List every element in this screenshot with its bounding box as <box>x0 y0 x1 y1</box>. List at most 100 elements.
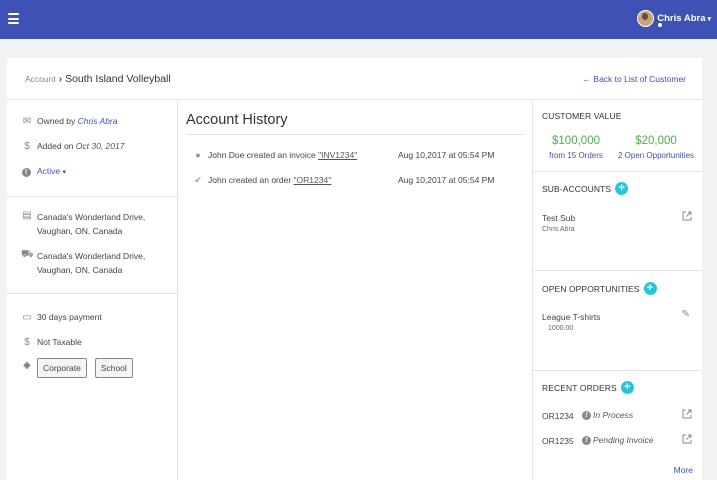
envelope-icon: ✉ <box>22 116 32 127</box>
added-text: Added on Oct 30, 2017 <box>37 141 124 151</box>
user-icon: ● <box>195 150 201 160</box>
sub-account-name[interactable]: Test Sub <box>542 213 575 223</box>
sub-accounts-title: SUB-ACCOUNTS <box>542 183 612 194</box>
info-icon: ! <box>21 166 33 177</box>
tags-row: ◆ Corporate School <box>21 358 141 378</box>
external-link-icon[interactable] <box>682 434 692 444</box>
order-id[interactable]: OR1235 <box>542 436 574 446</box>
tax-row: $ Not Taxable <box>21 337 82 348</box>
dollar-icon: $ <box>24 141 30 152</box>
shipping-address-line1: Canada's Wonderland Drive, <box>37 251 146 261</box>
status-label: Active <box>37 166 61 176</box>
hamburger-menu-icon[interactable] <box>8 13 19 24</box>
external-link-icon[interactable] <box>682 409 692 419</box>
owner-name-link[interactable]: Chris Abra <box>78 116 118 126</box>
history-item: ● John Doe created an invoice "INV1234" … <box>192 150 522 161</box>
user-menu[interactable]: Chris Abra ▾ <box>637 10 711 27</box>
top-app-bar: Chris Abra ▾ <box>0 0 717 39</box>
opportunity-amount: 1000.00 <box>548 325 574 332</box>
add-order-button[interactable]: + <box>620 381 634 394</box>
credit-card-icon: ▭ <box>22 312 32 323</box>
account-card: Account › South Island Volleyball ← Back t… <box>7 58 702 480</box>
address-section: ▤ Canada's Wonderland Drive, Vaughan, ON… <box>7 197 178 294</box>
add-opportunity-button[interactable]: + <box>643 282 657 295</box>
billing-address-lines: Canada's Wonderland Drive, Vaughan, ON, … <box>37 210 145 238</box>
opportunities-value: $20,000 <box>635 135 677 147</box>
dollar-icon: $ <box>24 337 30 348</box>
edit-pencil-icon[interactable]: ✎ <box>682 309 690 320</box>
tax-status: Not Taxable <box>37 337 82 347</box>
terms-section: ▭ 30 days payment $ Not Taxable ◆ Corpor… <box>7 294 178 480</box>
owner-row: ✉ Owned by Chris Abra <box>21 116 118 127</box>
order-status: ! Pending Invoice <box>582 435 654 445</box>
info-icon: ! <box>582 410 591 420</box>
added-prefix: Added on <box>37 141 76 151</box>
shipping-address-line2: Vaughan, ON, Canada <box>37 265 123 275</box>
shipping-address-lines: Canada's Wonderland Drive, Vaughan, ON, … <box>37 249 145 277</box>
owner-text: Owned by Chris Abra <box>37 116 117 126</box>
history-item-text: John created an order "OR1234" <box>208 175 331 186</box>
account-history-column: Account History ● John Doe created an in… <box>178 101 533 480</box>
external-link-icon[interactable] <box>682 211 692 221</box>
history-item-actor: John Doe created an invoice <box>208 150 319 160</box>
info-icon: ! <box>582 435 591 445</box>
add-sub-account-button[interactable]: + <box>615 182 629 195</box>
history-item-text: John Doe created an invoice "INV1234" <box>208 150 357 161</box>
chevron-down-icon: ▾ <box>62 169 67 176</box>
tag-school[interactable]: School <box>94 358 133 378</box>
orders-value: $100,000 <box>552 135 600 147</box>
chevron-down-icon: ▾ <box>707 15 711 23</box>
sub-accounts-section: SUB-ACCOUNTS + Test Sub Chris Abra <box>533 172 702 271</box>
owner-prefix: Owned by <box>37 116 78 126</box>
history-divider <box>186 134 525 135</box>
back-to-customers-link[interactable]: ← Back to List of Customer <box>583 74 686 84</box>
customer-value-title: CUSTOMER VALUE <box>542 111 622 121</box>
added-date: Oct 30, 2017 <box>75 141 125 151</box>
summary-column: CUSTOMER VALUE $100,000 from 15 Orders $… <box>533 101 702 480</box>
page-title: South Island Volleyball <box>65 73 171 85</box>
card-header: Account › South Island Volleyball ← Back t… <box>7 58 702 100</box>
order-status-label: In Process <box>593 410 634 420</box>
history-item-actor: John created an order <box>208 175 294 185</box>
order-id[interactable]: OR1234 <box>542 411 574 421</box>
history-item-time: Aug 10,2017 at 05:54 PM <box>398 150 495 160</box>
billing-address-line2: Vaughan, ON, Canada <box>37 226 123 236</box>
history-item: ✔ John created an order "OR1234" Aug 10,… <box>192 175 522 186</box>
breadcrumb: Account › South Island Volleyball <box>25 73 171 85</box>
open-opportunities-title: OPEN OPPORTUNITIES <box>542 283 640 294</box>
tag-corporate[interactable]: Corporate <box>37 358 87 378</box>
tag-icon: ◆ <box>23 360 31 371</box>
tag-list: Corporate School <box>37 358 141 378</box>
invoice-link[interactable]: "INV1234" <box>318 150 357 160</box>
sub-accounts-header: SUB-ACCOUNTS + <box>542 182 629 195</box>
account-details-column: ✉ Owned by Chris Abra $ Added on Oct 30,… <box>7 101 178 480</box>
payment-terms-row: ▭ 30 days payment <box>21 312 102 323</box>
order-status: ! In Process <box>582 410 633 420</box>
owner-section: ✉ Owned by Chris Abra $ Added on Oct 30,… <box>7 101 178 197</box>
history-title: Account History <box>186 112 288 128</box>
open-opportunities-header: OPEN OPPORTUNITIES + <box>542 282 657 295</box>
history-item-time: Aug 10,2017 at 05:54 PM <box>398 175 495 185</box>
status-dropdown[interactable]: Active ▾ <box>37 166 66 176</box>
user-avatar <box>637 10 655 27</box>
status-row: ! Active ▾ <box>21 166 66 177</box>
order-status-label: Pending Invoice <box>593 435 654 445</box>
billing-address-line1: Canada's Wonderland Drive, <box>37 212 146 222</box>
recent-orders-header: RECENT ORDERS + <box>542 381 634 394</box>
opportunities-count-link[interactable]: 2 Open Opportunities <box>613 151 699 160</box>
shipping-address: ⛟ Canada's Wonderland Drive, Vaughan, ON… <box>21 249 145 277</box>
document-icon: ▤ <box>22 210 32 221</box>
breadcrumb-account[interactable]: Account <box>25 74 56 84</box>
recent-orders-section: RECENT ORDERS + OR1234 ! In Process OR123… <box>533 371 702 480</box>
sub-account-owner: Chris Abra <box>542 226 575 233</box>
online-status-dot <box>657 22 663 28</box>
payment-terms: 30 days payment <box>37 312 102 322</box>
billing-address: ▤ Canada's Wonderland Drive, Vaughan, ON… <box>21 210 145 238</box>
more-orders-link[interactable]: More <box>674 465 693 475</box>
order-link[interactable]: "OR1234" <box>294 175 332 185</box>
orders-count-link[interactable]: from 15 Orders <box>541 151 611 160</box>
breadcrumb-separator: › <box>58 74 63 85</box>
added-row: $ Added on Oct 30, 2017 <box>21 141 124 152</box>
customer-value-section: CUSTOMER VALUE $100,000 from 15 Orders $… <box>533 101 702 172</box>
opportunity-name[interactable]: League T-shirts <box>542 312 600 322</box>
